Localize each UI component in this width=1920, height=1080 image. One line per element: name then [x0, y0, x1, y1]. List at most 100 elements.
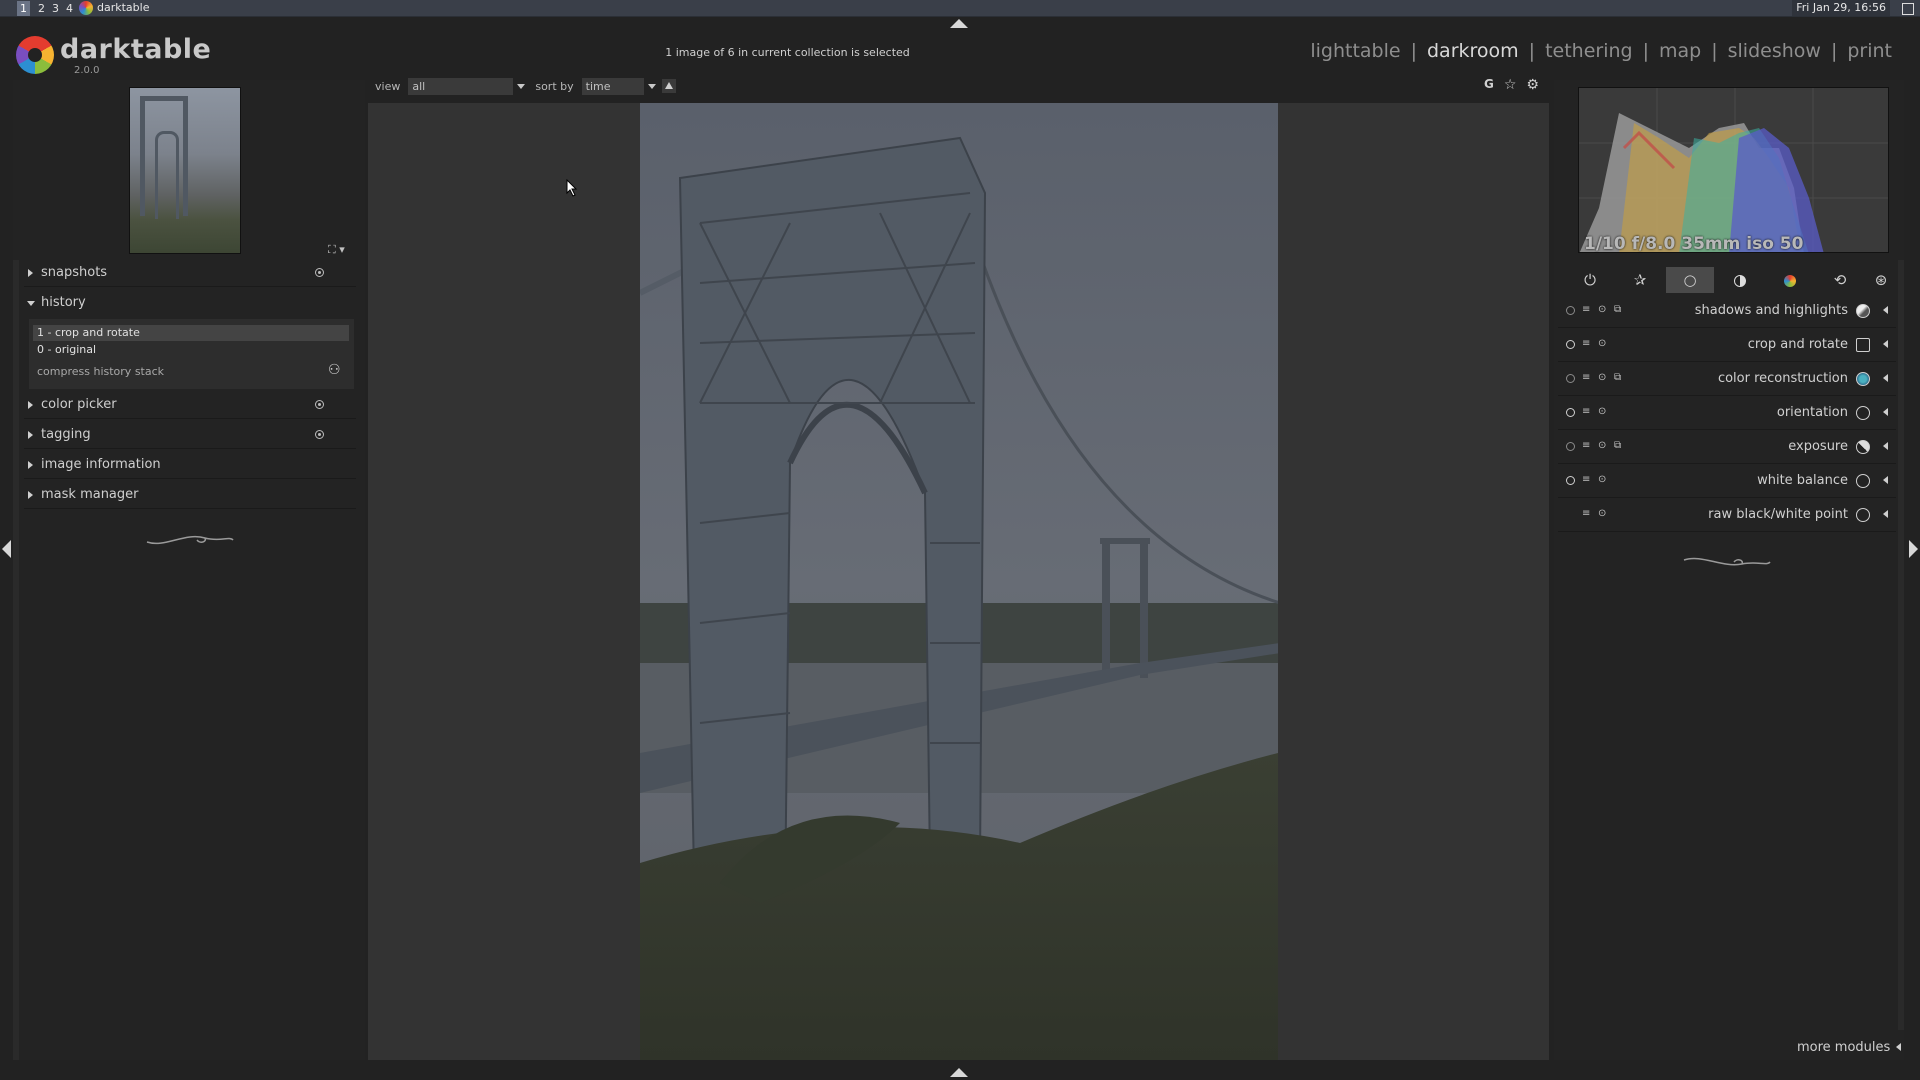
app-logo: darktable 2.0.0: [16, 36, 211, 76]
sort-direction-icon[interactable]: [661, 79, 676, 93]
reset-icon[interactable]: [315, 400, 324, 409]
histogram[interactable]: [1578, 87, 1889, 253]
system-taskbar: 1 2 3 4 darktable Fri Jan 29, 16:56: [0, 0, 1920, 17]
expand-arrow-icon[interactable]: [1883, 306, 1888, 314]
module-reset-icon[interactable]: ⊙: [1598, 406, 1606, 417]
module-menu-icon[interactable]: ≡: [1582, 406, 1590, 417]
sort-select[interactable]: time: [581, 77, 644, 95]
module-presets-icon[interactable]: ⧉: [1614, 372, 1621, 383]
module-menu-icon[interactable]: ≡: [1582, 474, 1590, 485]
module-menu-icon[interactable]: ≡: [1582, 304, 1590, 315]
module-history[interactable]: history: [24, 290, 356, 317]
module-label: raw black/white point: [1708, 507, 1848, 522]
image-thumbnail[interactable]: [129, 87, 241, 254]
main-image[interactable]: [640, 103, 1278, 1060]
taskbar-app-darktable[interactable]: darktable: [79, 0, 149, 16]
view-tethering[interactable]: tethering: [1535, 40, 1643, 62]
collapse-top-panel-arrow-icon[interactable]: [950, 19, 968, 28]
expand-icon[interactable]: ⛶ ▾: [328, 243, 345, 257]
module-reset-icon[interactable]: ⊙: [1598, 474, 1606, 485]
power-icon[interactable]: ⏻: [1566, 267, 1614, 293]
tone-group-icon[interactable]: [1716, 267, 1764, 293]
module-reset-icon[interactable]: ⊙: [1598, 338, 1606, 349]
effect-group-icon[interactable]: ⊛: [1866, 267, 1896, 293]
module-tagging[interactable]: tagging: [24, 422, 356, 449]
basic-group-circle-icon[interactable]: ○: [1666, 267, 1714, 293]
collapse-right-panel-arrow-icon[interactable]: [1909, 540, 1918, 558]
module-name: mask manager: [41, 487, 139, 502]
chevron-down-icon[interactable]: [517, 83, 526, 89]
module-menu-icon[interactable]: ≡: [1582, 508, 1590, 519]
module-reset-icon[interactable]: ⊙: [1598, 372, 1606, 383]
expand-arrow-icon: [28, 431, 33, 439]
module-presets-icon[interactable]: ⧉: [1614, 440, 1621, 451]
module-power-icon[interactable]: [1566, 306, 1575, 315]
left-panel-scrollbar[interactable]: [13, 260, 19, 1060]
module-menu-icon[interactable]: ≡: [1582, 372, 1590, 383]
module-power-icon[interactable]: [1566, 442, 1575, 451]
module-crop-and-rotate[interactable]: ≡ ⊙ crop and rotate: [1558, 328, 1896, 362]
raw-point-icon: [1856, 508, 1870, 522]
module-mask-manager[interactable]: mask manager: [24, 482, 356, 509]
module-orientation[interactable]: ≡ ⊙ orientation: [1558, 396, 1896, 430]
module-menu-icon[interactable]: ≡: [1582, 440, 1590, 451]
module-shadows-and-highlights[interactable]: ≡ ⊙ ⧉ shadows and highlights: [1558, 294, 1896, 328]
view-filter-select[interactable]: all: [408, 77, 514, 95]
expand-arrow-icon[interactable]: [1883, 442, 1888, 450]
expand-arrow-icon[interactable]: [1883, 510, 1888, 518]
expand-arrow-icon[interactable]: [1883, 408, 1888, 416]
chevron-down-icon[interactable]: [647, 83, 656, 89]
module-color-reconstruction[interactable]: ≡ ⊙ ⧉ color reconstruction: [1558, 362, 1896, 396]
expand-arrow-icon[interactable]: [1883, 374, 1888, 382]
app-version: 2.0.0: [74, 65, 100, 76]
module-reset-icon[interactable]: ⊙: [1598, 440, 1606, 451]
history-item[interactable]: 1 - crop and rotate: [33, 325, 349, 341]
workspace-3[interactable]: 3: [52, 1, 59, 16]
module-menu-icon[interactable]: ≡: [1582, 338, 1590, 349]
view-slideshow[interactable]: slideshow: [1718, 40, 1831, 62]
expand-arrow-icon[interactable]: [1883, 476, 1888, 484]
workspace-4[interactable]: 4: [66, 1, 73, 16]
history-item[interactable]: 0 - original: [33, 342, 349, 358]
grouping-icon[interactable]: G: [1484, 77, 1494, 93]
gear-icon[interactable]: ⚙: [1526, 77, 1539, 93]
module-image-information[interactable]: image information: [24, 452, 356, 479]
workspace-1[interactable]: 1: [17, 1, 30, 16]
workspace-2[interactable]: 2: [38, 1, 45, 16]
panel-end-flourish-icon: [146, 536, 234, 544]
color-group-icon[interactable]: [1766, 267, 1814, 293]
module-snapshots[interactable]: snapshots: [24, 260, 356, 287]
view-darkroom[interactable]: darkroom: [1417, 40, 1529, 62]
compress-history-button[interactable]: compress history stack: [37, 365, 164, 378]
module-reset-icon[interactable]: ⊙: [1598, 304, 1606, 315]
view-lighttable[interactable]: lighttable: [1300, 40, 1410, 62]
module-reset-icon[interactable]: ⊙: [1598, 508, 1606, 519]
right-panel-scrollbar[interactable]: [1898, 260, 1904, 1030]
module-exposure[interactable]: ≡ ⊙ ⧉ exposure: [1558, 430, 1896, 464]
module-power-icon[interactable]: [1566, 408, 1575, 417]
module-power-icon[interactable]: [1566, 374, 1575, 383]
expand-arrow-icon[interactable]: [1883, 340, 1888, 348]
reset-icon[interactable]: [315, 268, 324, 277]
tray-icon[interactable]: [1902, 3, 1914, 15]
module-name: color picker: [41, 397, 117, 412]
module-power-icon[interactable]: [1566, 340, 1575, 349]
view-print[interactable]: print: [1837, 40, 1902, 62]
shadows-highlights-icon: [1856, 304, 1870, 318]
view-map[interactable]: map: [1649, 40, 1711, 62]
collapse-left-panel-arrow-icon[interactable]: [2, 540, 11, 558]
module-power-icon[interactable]: [1566, 476, 1575, 485]
star-icon[interactable]: ☆: [1504, 77, 1517, 93]
darktable-logo-icon: [16, 36, 54, 74]
module-white-balance[interactable]: ≡ ⊙ white balance: [1558, 464, 1896, 498]
correct-group-icon[interactable]: ⟲: [1816, 267, 1864, 293]
favorite-star-icon[interactable]: ✰: [1616, 267, 1664, 293]
module-raw-black-white-point[interactable]: ≡ ⊙ raw black/white point: [1558, 498, 1896, 532]
collapse-bottom-panel-arrow-icon[interactable]: [950, 1068, 968, 1077]
module-color-picker[interactable]: color picker: [24, 392, 356, 419]
module-presets-icon[interactable]: ⧉: [1614, 304, 1621, 315]
create-style-icon[interactable]: ⚇: [328, 362, 341, 378]
reset-icon[interactable]: [315, 430, 324, 439]
more-modules-button[interactable]: more modules: [1797, 1040, 1902, 1055]
module-label: crop and rotate: [1747, 337, 1848, 352]
